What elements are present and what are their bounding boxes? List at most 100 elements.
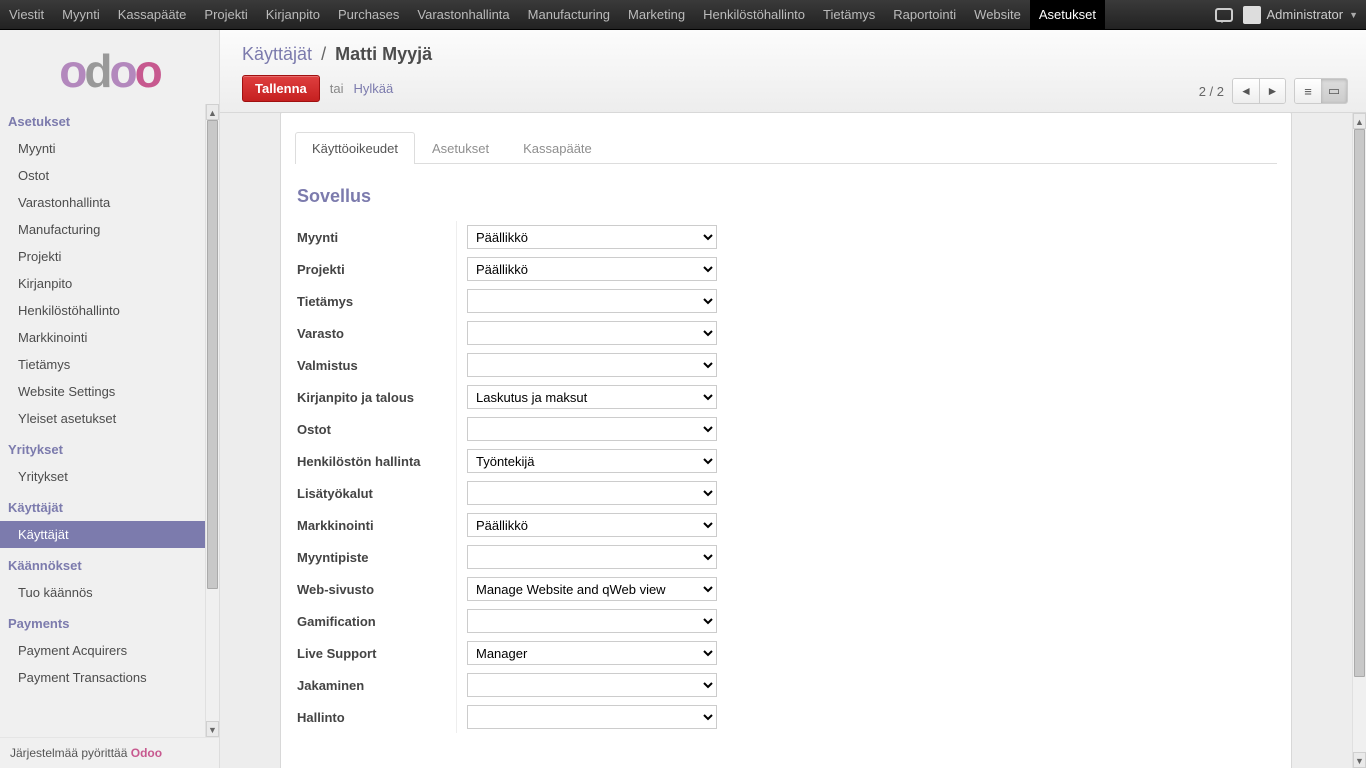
form-row: Varasto [297,317,1275,349]
field-label: Markkinointi [297,509,457,541]
scroll-up-icon[interactable]: ▲ [1353,113,1366,129]
topnav-item[interactable]: Kassapääte [109,0,196,29]
user-name: Administrator [1267,7,1344,22]
field-cell [457,701,1275,733]
field-select[interactable] [467,609,717,633]
tab[interactable]: Käyttöoikeudet [295,132,415,164]
field-cell: Laskutus ja maksut [457,381,1275,413]
sidebar-item[interactable]: Markkinointi [0,324,205,351]
pager-next-button[interactable]: ► [1259,79,1285,103]
tab[interactable]: Asetukset [415,132,506,164]
tab[interactable]: Kassapääte [506,132,609,164]
field-select[interactable]: Laskutus ja maksut [467,385,717,409]
field-cell [457,349,1275,381]
footer-brand[interactable]: Odoo [131,746,162,760]
form-row: MyyntiPäällikkö [297,221,1275,253]
discard-link[interactable]: Hylkää [354,81,394,96]
topnav-item[interactable]: Viestit [0,0,53,29]
action-bar: Tallenna tai Hylkää [242,75,1344,102]
form-row: Projekti Päällikkö [297,253,1275,285]
sidebar-item[interactable]: Tuo käännös [0,579,205,606]
field-select[interactable]: Työntekijä [467,449,717,473]
field-label: Hallinto [297,701,457,733]
sidebar-item[interactable]: Varastonhallinta [0,189,205,216]
topnav-item[interactable]: Raportointi [884,0,965,29]
topnav-item[interactable]: Projekti [195,0,256,29]
messaging-icon[interactable] [1215,8,1233,22]
topnav-item[interactable]: Purchases [329,0,408,29]
form-row: Markkinointi Päällikkö [297,509,1275,541]
topnav-item[interactable]: Myynti [53,0,109,29]
form-row: Gamification [297,605,1275,637]
form-row: Valmistus [297,349,1275,381]
field-select[interactable] [467,321,717,345]
pager-prev-button[interactable]: ◄ [1233,79,1259,103]
field-select[interactable]: Päällikkö [467,513,717,537]
sidebar-item[interactable]: Manufacturing [0,216,205,243]
topnav-item[interactable]: Varastonhallinta [408,0,518,29]
field-select[interactable] [467,353,717,377]
form-row: Hallinto [297,701,1275,733]
sidebar-item[interactable]: Payment Acquirers [0,637,205,664]
field-select[interactable]: Päällikkö [467,225,717,249]
sidebar-item[interactable]: Ostot [0,162,205,189]
topnav-item[interactable]: Tietämys [814,0,884,29]
field-cell: Manage Website and qWeb view [457,573,1275,605]
sidebar-item[interactable]: Käyttäjät [0,521,205,548]
topnav-item[interactable]: Website [965,0,1030,29]
form-row: Web-sivusto Manage Website and qWeb view [297,573,1275,605]
top-right: Administrator ▼ [1215,0,1366,29]
field-label: Tietämys [297,285,457,317]
field-select[interactable] [467,545,717,569]
pager-nav: ◄ ► [1232,78,1286,104]
top-navbar: ViestitMyyntiKassapääteProjektiKirjanpit… [0,0,1366,30]
field-cell: Työntekijä [457,445,1275,477]
scroll-down-icon[interactable]: ▼ [1353,752,1366,768]
main: Käyttäjät / Matti Myyjä Tallenna tai Hyl… [220,30,1366,768]
footer-text: Järjestelmää pyörittää [10,746,131,760]
field-cell [457,605,1275,637]
field-cell: Päällikkö [457,253,1275,285]
view-form-button[interactable]: ▭ [1321,79,1347,103]
sidebar-item[interactable]: Yleiset asetukset [0,405,205,432]
top-menu: ViestitMyyntiKassapääteProjektiKirjanpit… [0,0,1215,29]
field-select[interactable] [467,673,717,697]
logo[interactable]: odoo [0,30,219,104]
field-select[interactable] [467,481,717,505]
field-select[interactable]: Manager [467,641,717,665]
content-scrollbar[interactable]: ▲ ▼ [1352,113,1366,768]
topnav-item[interactable]: Kirjanpito [257,0,329,29]
sidebar: odoo AsetuksetMyyntiOstotVarastonhallint… [0,30,220,768]
sidebar-item[interactable]: Myynti [0,135,205,162]
sidebar-item[interactable]: Yritykset [0,463,205,490]
breadcrumb-parent[interactable]: Käyttäjät [242,44,312,64]
sidebar-item[interactable]: Henkilöstöhallinto [0,297,205,324]
field-label: Projekti [297,253,457,285]
view-list-button[interactable]: ≡ [1295,79,1321,103]
sidebar-item[interactable]: Kirjanpito [0,270,205,297]
field-select[interactable] [467,289,717,313]
field-select[interactable]: Manage Website and qWeb view [467,577,717,601]
topnav-item[interactable]: Marketing [619,0,694,29]
field-select[interactable] [467,417,717,441]
scroll-up-icon[interactable]: ▲ [206,104,219,120]
field-select[interactable] [467,705,717,729]
sidebar-item[interactable]: Projekti [0,243,205,270]
sidebar-item[interactable]: Payment Transactions [0,664,205,691]
user-menu[interactable]: Administrator ▼ [1243,6,1359,24]
sidebar-item[interactable]: Tietämys [0,351,205,378]
field-cell [457,669,1275,701]
chevron-down-icon: ▼ [1349,10,1358,20]
sidebar-item[interactable]: Website Settings [0,378,205,405]
pager-area: 2 / 2 ◄ ► ≡ ▭ [1199,78,1348,104]
field-select[interactable]: Päällikkö [467,257,717,281]
topnav-item[interactable]: Manufacturing [519,0,619,29]
topnav-item[interactable]: Asetukset [1030,0,1105,29]
sidebar-scrollbar[interactable]: ▲ ▼ [205,104,219,737]
footer: Järjestelmää pyörittää Odoo [0,737,219,768]
save-button[interactable]: Tallenna [242,75,320,102]
scroll-down-icon[interactable]: ▼ [206,721,219,737]
field-label: Web-sivusto [297,573,457,605]
topnav-item[interactable]: Henkilöstöhallinto [694,0,814,29]
field-cell [457,317,1275,349]
